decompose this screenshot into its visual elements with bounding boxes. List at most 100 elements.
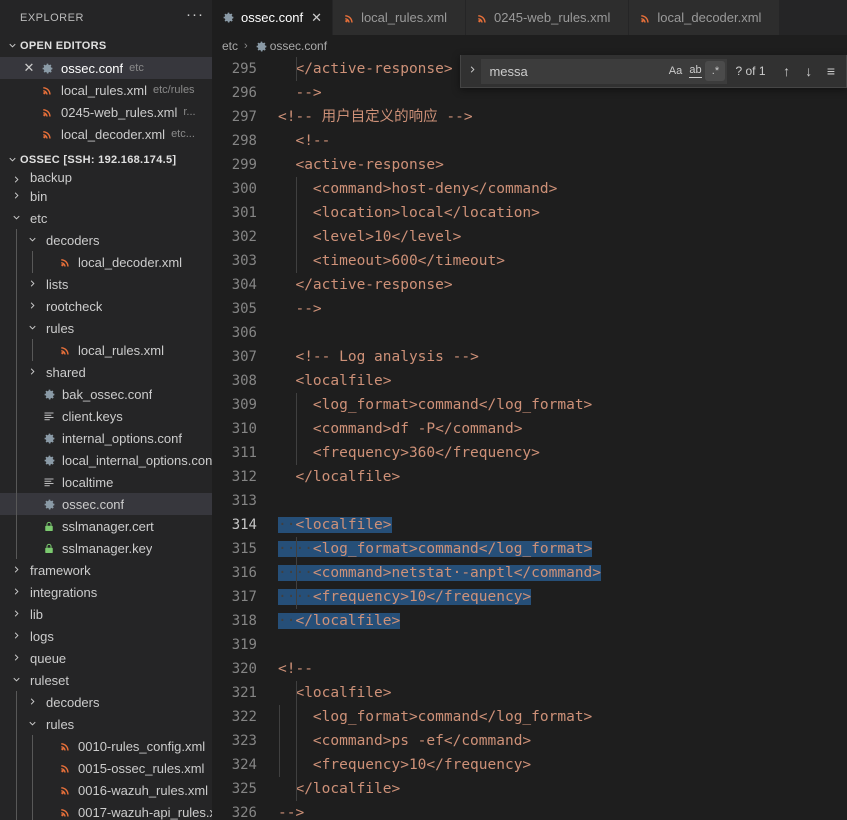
tree-item-decoders[interactable]: decoders xyxy=(0,229,212,251)
code-line[interactable]: 323 <command>ps -ef</command> xyxy=(212,729,847,753)
code-line[interactable]: 322 <log_format>command</log_format> xyxy=(212,705,847,729)
find-input[interactable] xyxy=(489,63,666,79)
code-line[interactable]: 300 <command>host-deny</command> xyxy=(212,177,847,201)
workspace-section-header[interactable]: OSSEC [SSH: 192.168.174.5] xyxy=(0,149,212,171)
code-line[interactable]: 316 ····<command>netstat·-anptl</command> xyxy=(212,561,847,585)
open-editor-item[interactable]: ✕ ossec.conf etc xyxy=(0,57,212,79)
code-line[interactable]: 306 xyxy=(212,321,847,345)
open-editors-list: ✕ ossec.conf etc local_rules.xml etc/rules 02… xyxy=(0,57,212,145)
code-editor[interactable]: 295 </active-response> 296 --> 297 <!-- 用户自… xyxy=(212,57,847,820)
chevron-right-icon[interactable] xyxy=(8,174,24,185)
code-line[interactable]: 314 ··<localfile> xyxy=(212,513,847,537)
tree-item-sslmanager-key[interactable]: sslmanager.key xyxy=(0,537,212,559)
tree-item-internal-options-conf[interactable]: internal_options.conf xyxy=(0,427,212,449)
code-line[interactable]: 299 <active-response> xyxy=(212,153,847,177)
tree-item-bak-ossec-conf[interactable]: bak_ossec.conf xyxy=(0,383,212,405)
chevron-right-icon[interactable] xyxy=(8,608,24,619)
open-editor-item[interactable]: local_decoder.xml etc... xyxy=(0,123,212,145)
open-editors-section-header[interactable]: OPEN EDITORS xyxy=(0,35,212,57)
code-line[interactable]: 309 <log_format>command</log_format> xyxy=(212,393,847,417)
code-token: <!-- xyxy=(278,661,313,677)
chevron-down-icon[interactable] xyxy=(24,234,40,245)
code-line-text: <level>10</level> xyxy=(278,225,847,249)
tree-item-bin[interactable]: bin xyxy=(0,185,212,207)
tree-item-client-keys[interactable]: client.keys xyxy=(0,405,212,427)
code-line[interactable]: 311 <frequency>360</frequency> xyxy=(212,441,847,465)
match-case-toggle[interactable]: Aa xyxy=(665,61,685,81)
chevron-right-icon[interactable] xyxy=(24,300,40,311)
chevron-right-icon[interactable] xyxy=(8,190,24,201)
whole-word-toggle[interactable]: ab xyxy=(685,61,705,81)
code-line[interactable]: 307 <!-- Log analysis --> xyxy=(212,345,847,369)
chevron-right-icon[interactable] xyxy=(24,278,40,289)
chevron-right-icon[interactable] xyxy=(8,564,24,575)
code-line[interactable]: 302 <level>10</level> xyxy=(212,225,847,249)
chevron-down-icon[interactable] xyxy=(24,718,40,729)
tree-item-ruleset[interactable]: ruleset xyxy=(0,669,212,691)
code-line[interactable]: 319 xyxy=(212,633,847,657)
tree-item-ossec-conf[interactable]: ossec.conf xyxy=(0,493,212,515)
open-editor-item[interactable]: 0245-web_rules.xml r... xyxy=(0,101,212,123)
selected-text: ····<frequency>10</frequency> xyxy=(278,589,532,605)
editor-tab[interactable]: local_rules.xml xyxy=(333,0,467,35)
code-token: <!-- xyxy=(295,133,331,149)
code-line[interactable]: 318 ··</localfile> xyxy=(212,609,847,633)
editor-tab[interactable]: ossec.conf ✕ xyxy=(212,0,334,35)
tree-item-lib[interactable]: lib xyxy=(0,603,212,625)
code-line[interactable]: 317 ····<frequency>10</frequency> xyxy=(212,585,847,609)
code-line[interactable]: 305 --> xyxy=(212,297,847,321)
tree-item-sslmanager-cert[interactable]: sslmanager.cert xyxy=(0,515,212,537)
editor-tab[interactable]: local_decoder.xml xyxy=(629,0,781,35)
code-line[interactable]: 297 <!-- 用户自定义的响应 --> xyxy=(212,105,847,129)
chevron-right-icon[interactable] xyxy=(24,696,40,707)
code-line[interactable]: 324 <frequency>10</frequency> xyxy=(212,753,847,777)
tree-item-framework[interactable]: framework xyxy=(0,559,212,581)
code-line[interactable]: 326 --> xyxy=(212,801,847,820)
tree-item-rules[interactable]: rules xyxy=(0,317,212,339)
explorer-more-actions-icon[interactable]: ··· xyxy=(186,7,204,28)
code-line[interactable]: 315 ····<log_format>command</log_format> xyxy=(212,537,847,561)
tree-item-integrations[interactable]: integrations xyxy=(0,581,212,603)
tree-item-localtime[interactable]: localtime xyxy=(0,471,212,493)
close-icon[interactable]: ✕ xyxy=(311,10,322,26)
code-line[interactable]: 308 <localfile> xyxy=(212,369,847,393)
chevron-down-icon[interactable] xyxy=(8,674,24,685)
code-line[interactable]: 298 <!-- xyxy=(212,129,847,153)
tree-item-logs[interactable]: logs xyxy=(0,625,212,647)
tree-item-backup[interactable]: backup xyxy=(0,171,212,185)
chevron-right-icon[interactable] xyxy=(8,630,24,641)
chevron-right-icon[interactable] xyxy=(8,652,24,663)
tree-item-lists[interactable]: lists xyxy=(0,273,212,295)
chevron-right-icon[interactable] xyxy=(8,586,24,597)
breadcrumb-item-etc[interactable]: etc xyxy=(222,39,238,53)
code-line[interactable]: 320 <!-- xyxy=(212,657,847,681)
code-line[interactable]: 301 <location>local</location> xyxy=(212,201,847,225)
code-line[interactable]: 303 <timeout>600</timeout> xyxy=(212,249,847,273)
breadcrumb-item-file[interactable]: ossec.conf xyxy=(254,39,327,53)
find-previous-button[interactable]: ↑ xyxy=(776,59,798,83)
chevron-right-icon[interactable] xyxy=(463,64,481,78)
regex-toggle[interactable]: .* xyxy=(705,61,726,81)
editor-tab[interactable]: 0245-web_rules.xml xyxy=(466,0,630,35)
tree-item-rootcheck[interactable]: rootcheck xyxy=(0,295,212,317)
code-line[interactable]: 313 xyxy=(212,489,847,513)
chevron-down-icon[interactable] xyxy=(24,322,40,333)
code-line[interactable]: 312 </localfile> xyxy=(212,465,847,489)
code-line[interactable]: 304 </active-response> xyxy=(212,273,847,297)
tree-item-etc[interactable]: etc xyxy=(0,207,212,229)
code-line[interactable]: 310 <command>df -P</command> xyxy=(212,417,847,441)
find-next-button[interactable]: ↓ xyxy=(798,59,820,83)
tree-item-shared[interactable]: shared xyxy=(0,361,212,383)
code-line[interactable]: 321 <localfile> xyxy=(212,681,847,705)
chevron-right-icon[interactable] xyxy=(24,366,40,377)
tree-item-queue[interactable]: queue xyxy=(0,647,212,669)
chevron-down-icon[interactable] xyxy=(8,212,24,223)
tree-item-rules[interactable]: rules xyxy=(0,713,212,735)
code-token: <!-- Log analysis --> xyxy=(295,349,479,365)
tree-item-decoders[interactable]: decoders xyxy=(0,691,212,713)
tree-item-local-internal-options-conf[interactable]: local_internal_options.conf xyxy=(0,449,212,471)
open-editor-item[interactable]: local_rules.xml etc/rules xyxy=(0,79,212,101)
close-icon[interactable]: ✕ xyxy=(20,60,38,76)
find-in-selection-button[interactable]: ≡ xyxy=(820,59,842,83)
code-line[interactable]: 325 </localfile> xyxy=(212,777,847,801)
